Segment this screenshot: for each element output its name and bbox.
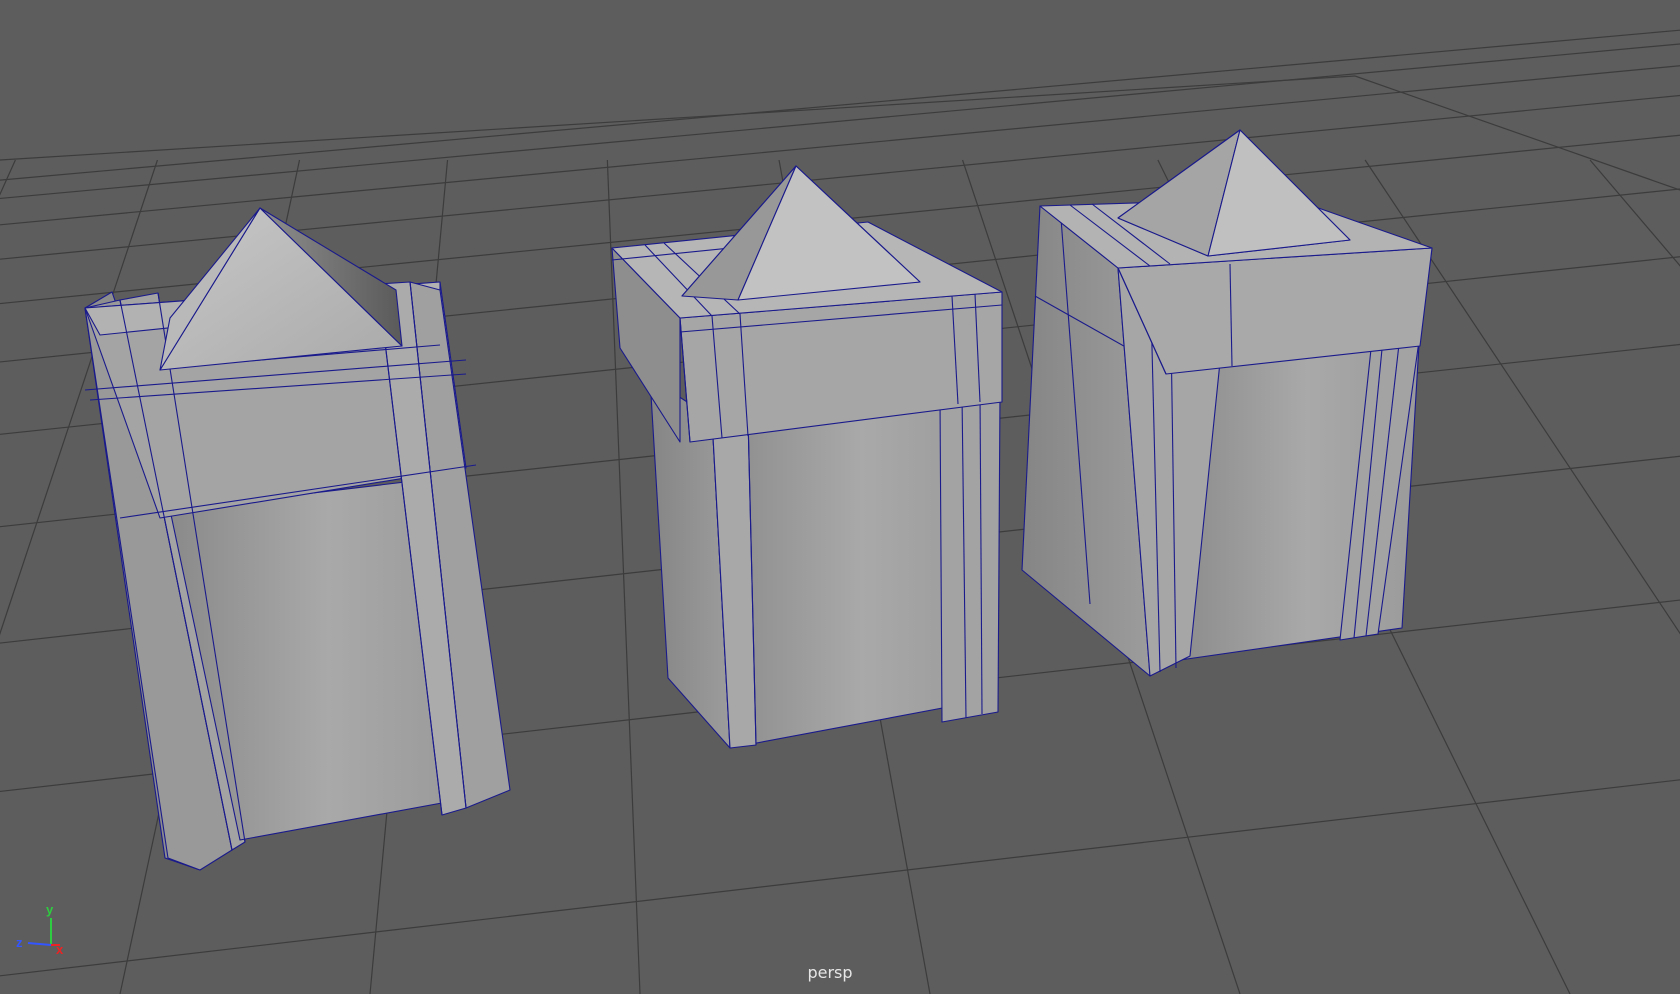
grid-line [0,29,1680,181]
persp-viewport[interactable]: y z x persp [0,0,1680,994]
pillar-right[interactable] [1021,129,1433,677]
axis-gizmo: y z x [16,902,64,957]
z-axis-label: z [16,935,23,950]
grid-line [0,159,16,196]
y-axis-label: y [46,902,54,917]
viewport-scene[interactable]: y z x [0,0,1680,994]
pillar-left[interactable] [84,207,511,871]
grid-line [1354,75,1680,191]
pillar-middle[interactable] [611,165,1003,749]
grid-line [0,43,1680,200]
camera-name-label: persp [807,963,853,982]
grid-line [1589,159,1680,267]
x-axis-label: x [56,942,64,957]
grid-line [0,65,1680,226]
z-axis-line [27,942,52,946]
